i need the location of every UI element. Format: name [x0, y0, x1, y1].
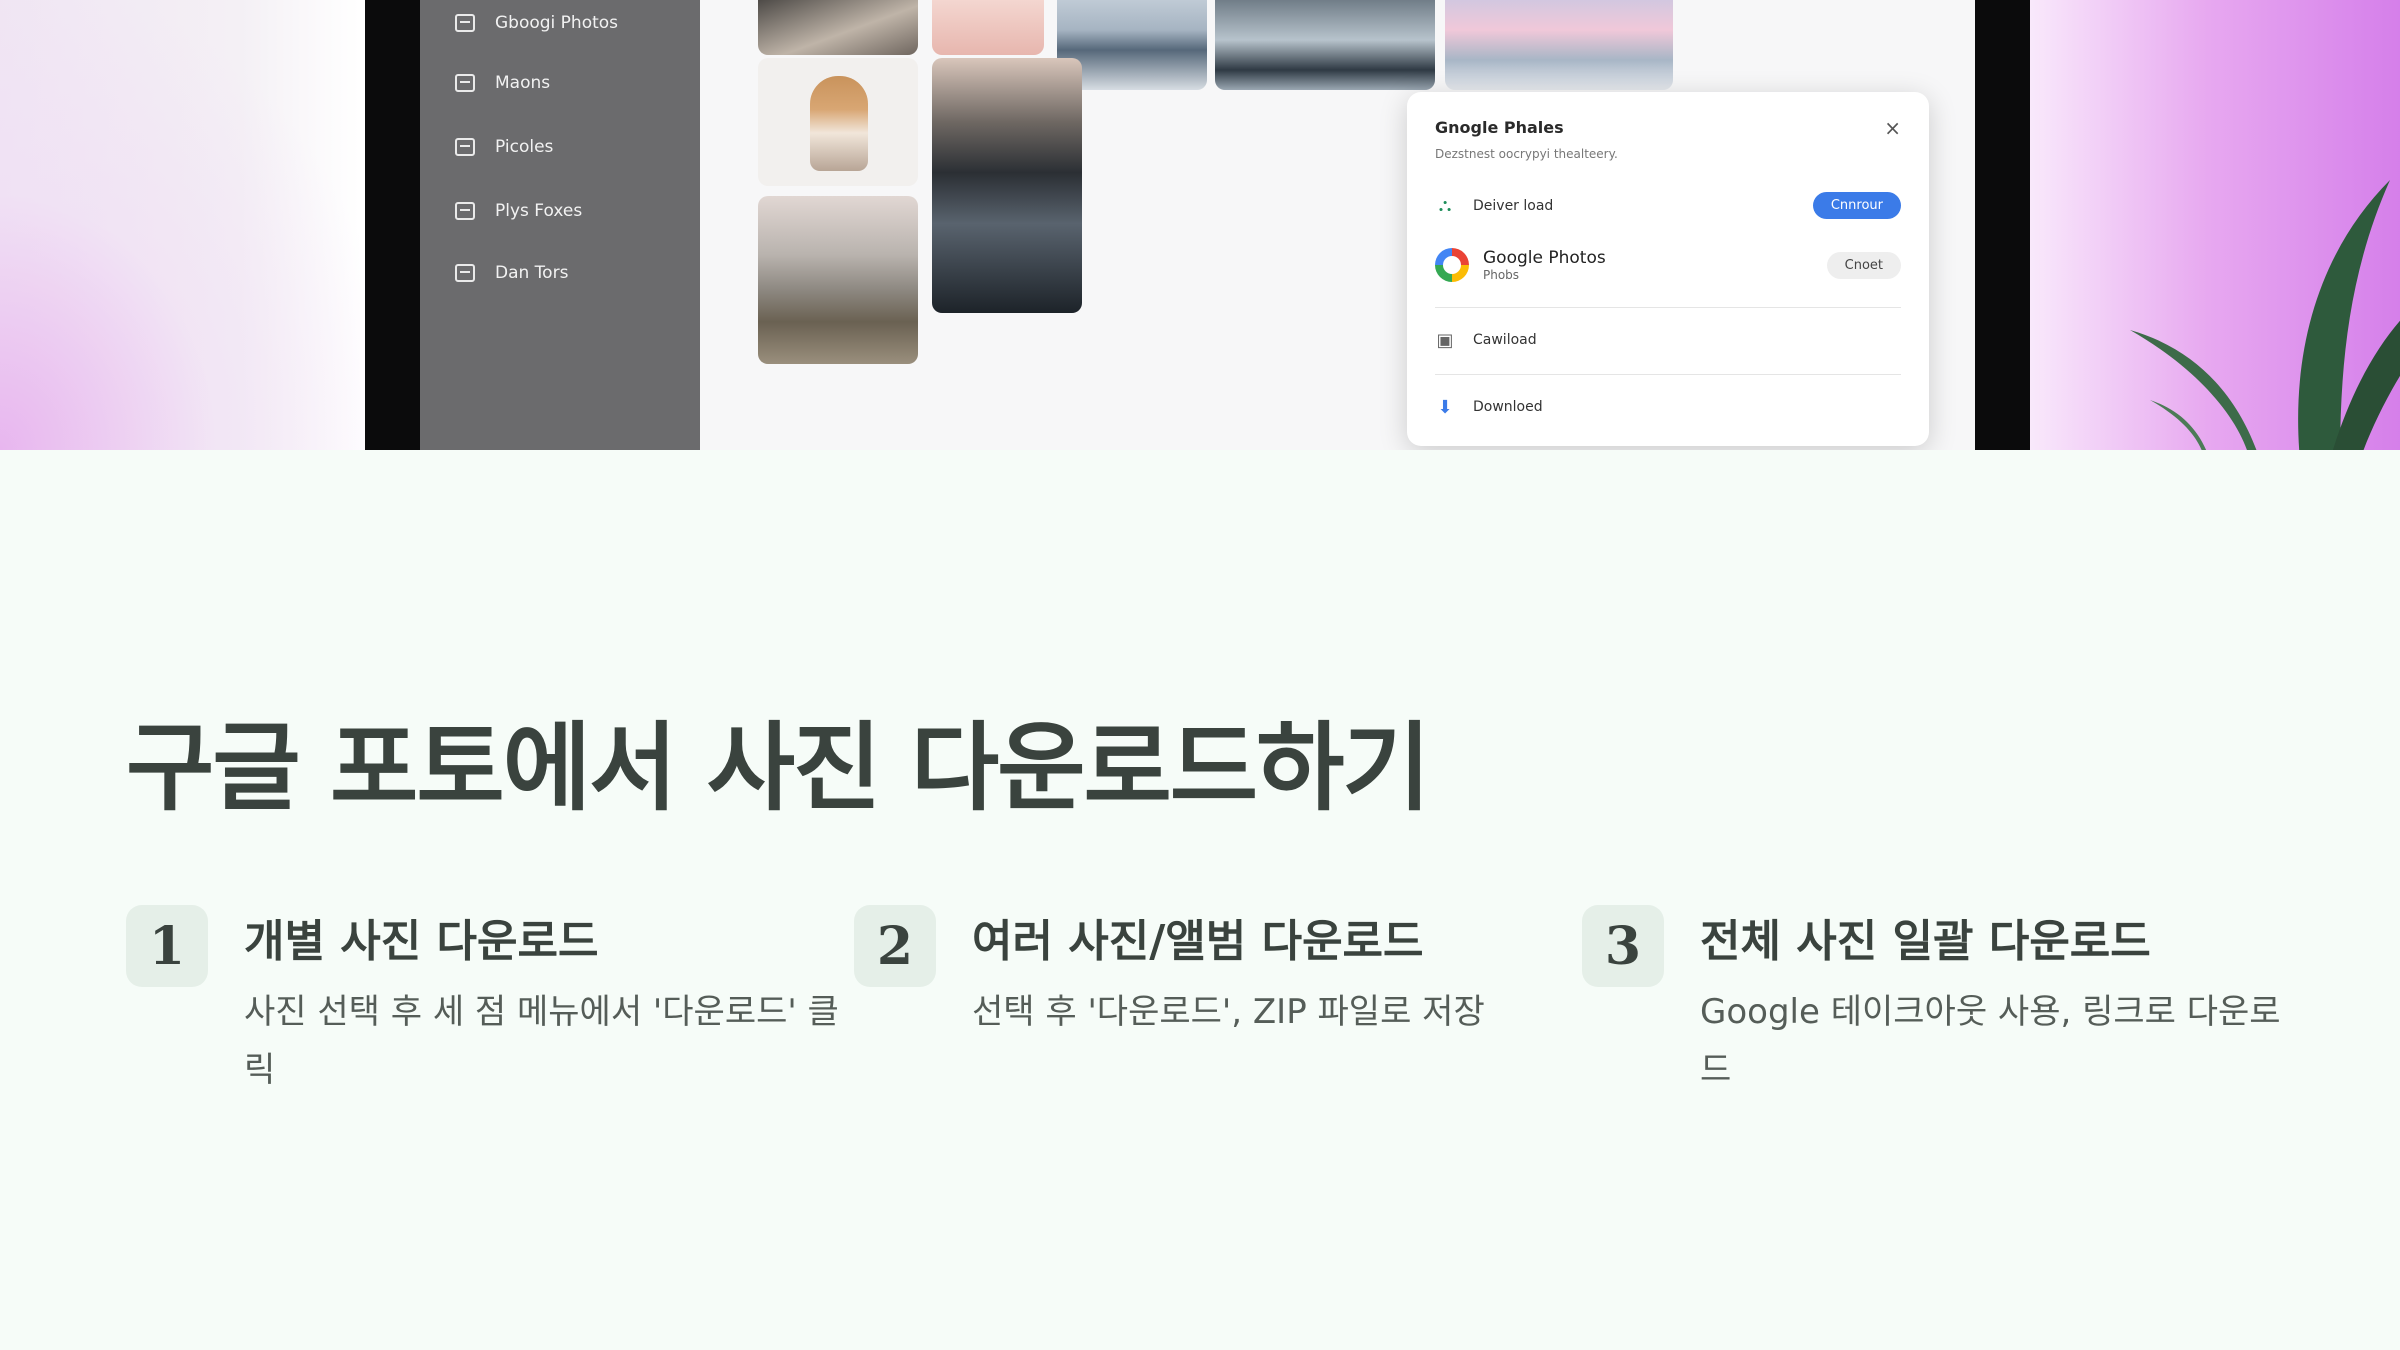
photo-thumbnail: [932, 0, 1044, 55]
sidebar-item-label: Picoles: [495, 137, 554, 157]
people-icon: [455, 138, 475, 156]
close-icon: ×: [1884, 116, 1901, 140]
dialog-title: Gnogle Phales: [1435, 118, 1564, 137]
dialog-row-text: Google Photos Phobs: [1483, 248, 1606, 282]
photo-thumbnail-dog: [758, 58, 918, 186]
background-glow: [0, 0, 380, 450]
hero-image: Gboogi Photos Maons Picoles Plys Foxes D…: [0, 0, 2400, 450]
dialog-divider: [1435, 374, 1901, 375]
sidebar-item-places: Plys Foxes: [455, 196, 582, 226]
places-icon: [455, 202, 475, 220]
sidebar-item-utilities: Dan Tors: [455, 258, 568, 288]
plant-decoration: [2130, 180, 2400, 450]
step-description: Google 테이크아웃 사용, 링크로 다운로드: [1700, 992, 2281, 1090]
photo-thumbnail-lake: [932, 58, 1082, 313]
dog-figure: [810, 76, 868, 171]
page-title: 구글 포토에서 사진 다운로드하기: [126, 712, 1431, 824]
dialog-row-sublabel: Phobs: [1483, 268, 1520, 282]
dialog-row-label: Google Photos: [1483, 248, 1606, 268]
dialog-divider: [1435, 307, 1901, 308]
sidebar-item-photos: Gboogi Photos: [455, 8, 618, 38]
step-description: 사진 선택 후 세 점 메뉴에서 '다운로드' 클릭: [244, 992, 839, 1090]
dialog-row-download: ⬇ Downloed: [1435, 396, 1901, 418]
dialog-row-label: Deiver load: [1473, 197, 1554, 214]
google-logo: [1435, 248, 1469, 282]
step-number-badge: 1: [126, 905, 208, 987]
step-title: 개별 사진 다운로드: [244, 916, 599, 967]
sidebar-item-label: Gboogi Photos: [495, 13, 619, 33]
utilities-icon: [455, 264, 475, 282]
sidebar-item-label: Maons: [495, 73, 551, 93]
monitor: Gboogi Photos Maons Picoles Plys Foxes D…: [365, 0, 2030, 450]
download-dialog: Gnogle Phales Dezstnest oocrypyi thealte…: [1407, 92, 1929, 446]
sidebar-item-label: Plys Foxes: [495, 201, 583, 221]
connect-button: Cnnrour: [1812, 192, 1901, 219]
device-icon: ▣: [1436, 329, 1454, 351]
step-number-badge: 3: [1582, 905, 1664, 987]
sidebar-item-people: Picoles: [455, 132, 553, 162]
photo-thumbnail: [1215, 0, 1435, 90]
select-button: Cnoet: [1826, 251, 1901, 279]
sidebar-item-label: Dan Tors: [495, 263, 569, 283]
step-title: 여러 사진/앨범 다운로드: [972, 916, 1424, 967]
drive-icon: ⛬: [1438, 195, 1452, 216]
download-icon: ⬇: [1437, 396, 1453, 418]
photo-thumbnail: [1445, 0, 1673, 90]
dialog-row-drive: ⛬ Deiver load Cnnrour: [1435, 192, 1901, 219]
step-title: 전체 사진 일괄 다운로드: [1700, 916, 2151, 967]
dialog-row-device: ▣ Cawiload: [1435, 329, 1901, 351]
photos-sidebar: Gboogi Photos Maons Picoles Plys Foxes D…: [420, 0, 700, 450]
albums-icon: [455, 74, 475, 92]
dialog-subtitle: Dezstnest oocrypyi thealteery.: [1435, 147, 1618, 161]
step-number-badge: 2: [854, 905, 936, 987]
photo-thumbnail: [758, 0, 918, 55]
sidebar-item-albums: Maons: [455, 68, 550, 98]
photos-icon: [455, 14, 475, 32]
dialog-row-google-photos: Google Photos Phobs Cnoet: [1435, 248, 1901, 282]
step-description: 선택 후 '다운로드', ZIP 파일로 저장: [972, 992, 1485, 1032]
photo-thumbnail-landscape: [758, 196, 918, 364]
dialog-row-label: Cawiload: [1473, 332, 1537, 348]
dialog-row-label: Downloed: [1473, 399, 1543, 415]
